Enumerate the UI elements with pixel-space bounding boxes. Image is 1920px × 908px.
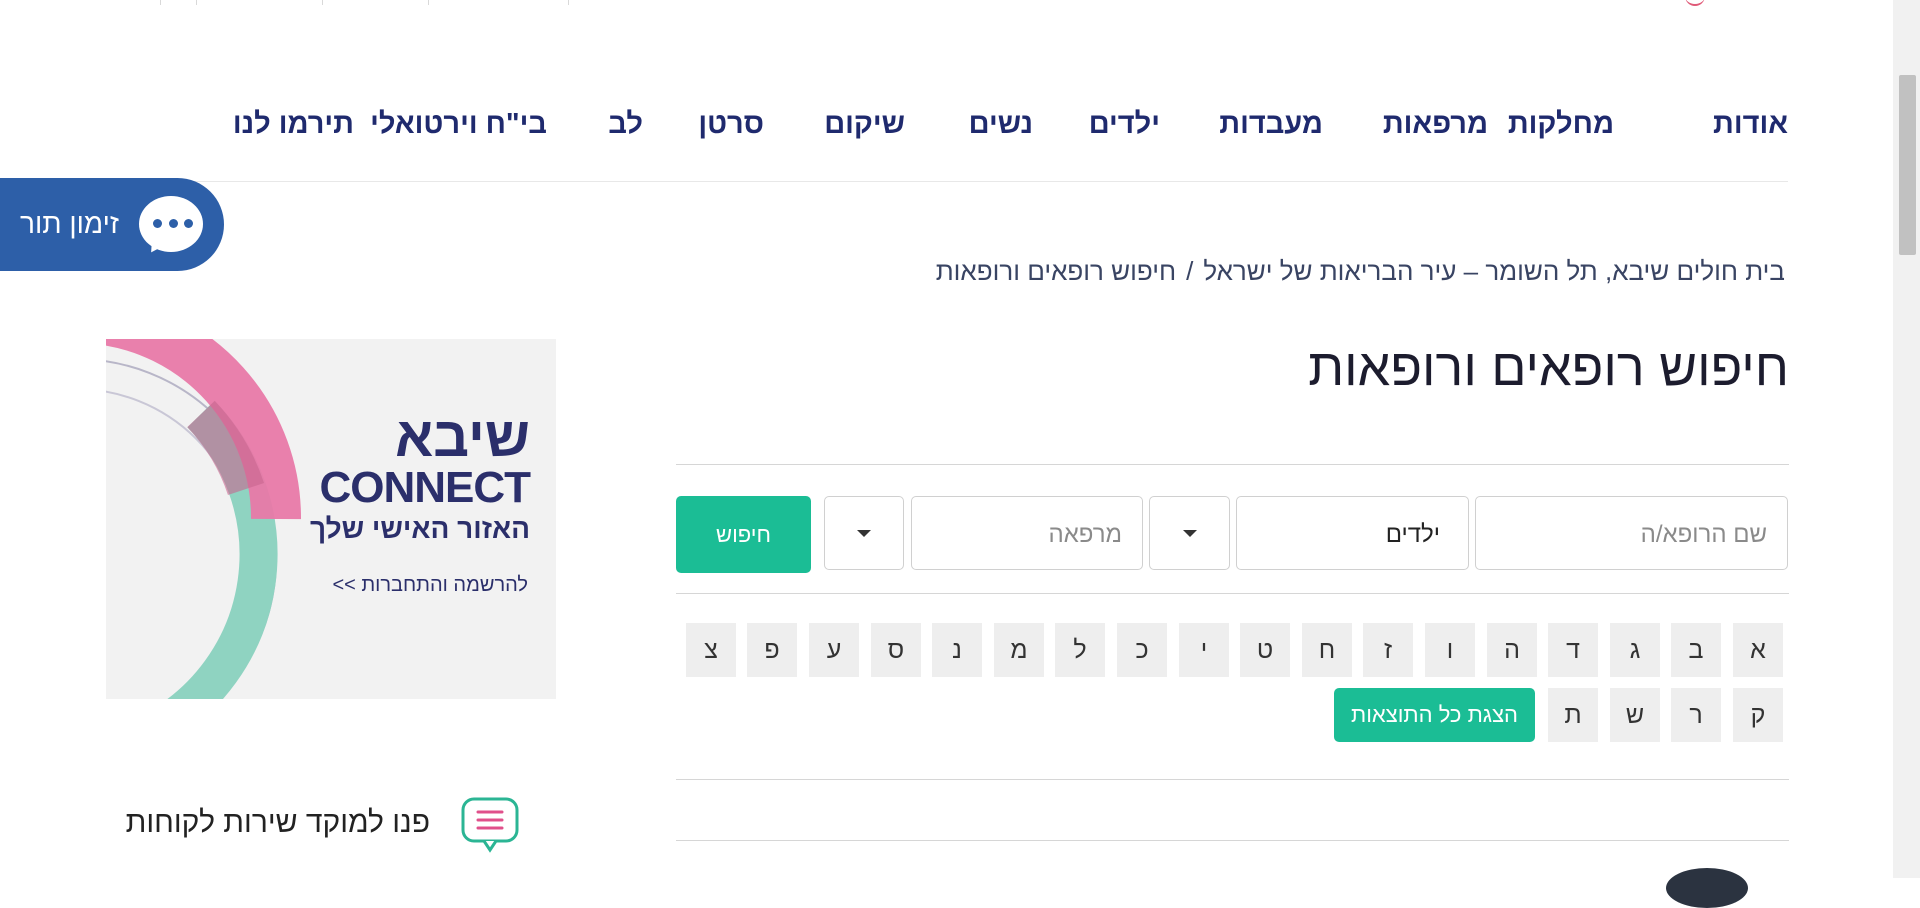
doctor-name-input[interactable]: שם הרופא/ה bbox=[1475, 496, 1788, 570]
scrollbar-thumb[interactable] bbox=[1899, 75, 1916, 255]
letter-button[interactable]: ש bbox=[1610, 688, 1660, 742]
letter-button[interactable]: ע bbox=[809, 623, 859, 677]
divider bbox=[676, 779, 1789, 780]
nav-item-departments[interactable]: מחלקות bbox=[1508, 108, 1614, 141]
letter-button[interactable]: ט bbox=[1240, 623, 1290, 677]
logo-fragment bbox=[1685, 0, 1705, 6]
page-title: חיפוש רופאים ורופאות bbox=[1308, 339, 1789, 397]
banner-title-english: CONNECT bbox=[319, 463, 531, 512]
letter-button[interactable]: כ bbox=[1117, 623, 1167, 677]
letter-button[interactable]: ס bbox=[871, 623, 921, 677]
appointment-button[interactable]: זימון תור bbox=[0, 178, 224, 271]
department-dropdown-toggle[interactable] bbox=[1149, 496, 1230, 570]
nav-item-cancer[interactable]: סרטן bbox=[698, 108, 764, 141]
banner-register-link[interactable]: להרשמה והתחברות >> bbox=[332, 574, 528, 597]
letter-button[interactable]: ר bbox=[1671, 688, 1721, 742]
main-nav: אודות מחלקות מרפאות מעבדות ילדים נשים שי… bbox=[190, 108, 1788, 148]
divider bbox=[428, 0, 429, 5]
letter-button[interactable]: ג bbox=[1610, 623, 1660, 677]
divider bbox=[676, 593, 1789, 594]
customer-service-label: פנו למוקד שירות לקוחות bbox=[125, 806, 430, 839]
letter-button[interactable]: ו bbox=[1425, 623, 1475, 677]
letter-button[interactable]: ה bbox=[1487, 623, 1537, 677]
nav-item-children[interactable]: ילדים bbox=[1089, 108, 1160, 141]
letter-button[interactable]: פ bbox=[747, 623, 797, 677]
message-icon bbox=[461, 797, 519, 853]
chevron-down-icon bbox=[857, 530, 871, 537]
letter-button[interactable]: י bbox=[1179, 623, 1229, 677]
nav-item-rehab[interactable]: שיקום bbox=[824, 108, 905, 141]
customer-service-link[interactable]: פנו למוקד שירות לקוחות bbox=[110, 796, 520, 853]
chat-bubble-icon bbox=[139, 196, 203, 258]
divider bbox=[322, 0, 323, 5]
letter-button[interactable]: מ bbox=[994, 623, 1044, 677]
search-button[interactable]: חיפוש bbox=[676, 496, 811, 573]
letter-button[interactable]: ח bbox=[1302, 623, 1352, 677]
chevron-down-icon bbox=[1183, 530, 1197, 537]
breadcrumb-home[interactable]: בית חולים שיבא, תל השומר – עיר הבריאות ש… bbox=[1203, 256, 1785, 286]
letter-button[interactable]: ז bbox=[1363, 623, 1413, 677]
divider bbox=[568, 0, 569, 5]
nav-item-labs[interactable]: מעבדות bbox=[1219, 108, 1323, 141]
breadcrumb-current: חיפוש רופאים ורופאות bbox=[935, 256, 1177, 286]
letter-button[interactable]: ק bbox=[1733, 688, 1783, 742]
nav-item-donate[interactable]: תירמו לנו bbox=[233, 108, 354, 141]
nav-item-virtual-hospital[interactable]: בי"ח וירטואלי bbox=[370, 108, 547, 141]
divider bbox=[676, 840, 1789, 841]
nav-divider bbox=[190, 181, 1788, 182]
sheba-connect-banner[interactable]: שיבא CONNECT האזור האישי שלך להרשמה והתח… bbox=[106, 339, 556, 699]
scrollbar[interactable] bbox=[1893, 0, 1920, 878]
letter-button[interactable]: א bbox=[1733, 623, 1783, 677]
divider bbox=[676, 464, 1789, 465]
letter-button[interactable]: ל bbox=[1055, 623, 1105, 677]
letter-button[interactable]: צ bbox=[686, 623, 736, 677]
clinic-placeholder: מרפאה bbox=[1048, 521, 1122, 548]
nav-item-clinics[interactable]: מרפאות bbox=[1383, 108, 1488, 141]
banner-title-hebrew: שיבא bbox=[395, 405, 530, 468]
nav-item-heart[interactable]: לב bbox=[608, 108, 643, 141]
clinic-input[interactable]: מרפאה bbox=[911, 496, 1143, 570]
breadcrumb-separator: / bbox=[1186, 256, 1194, 286]
divider bbox=[196, 0, 197, 5]
show-all-results-button[interactable]: הצגת כל התוצאות bbox=[1334, 688, 1535, 742]
department-select[interactable]: ילדים bbox=[1236, 496, 1469, 570]
appointment-label: זימון תור bbox=[20, 208, 119, 239]
doctor-name-placeholder: שם הרופא/ה bbox=[1640, 521, 1767, 548]
top-strip bbox=[0, 0, 1880, 6]
divider bbox=[160, 0, 161, 5]
letter-button[interactable]: ב bbox=[1671, 623, 1721, 677]
clinic-dropdown-toggle[interactable] bbox=[824, 496, 904, 570]
avatar bbox=[1666, 868, 1748, 908]
department-value: ילדים bbox=[1385, 521, 1440, 548]
nav-item-women[interactable]: נשים bbox=[969, 108, 1033, 141]
nav-item-about[interactable]: אודות bbox=[1713, 108, 1788, 141]
breadcrumb: בית חולים שיבא, תל השומר – עיר הבריאות ש… bbox=[936, 256, 1785, 287]
letter-button[interactable]: נ bbox=[932, 623, 982, 677]
banner-subtitle: האזור האישי שלך bbox=[310, 513, 530, 544]
letter-button[interactable]: ת bbox=[1548, 688, 1598, 742]
letter-button[interactable]: ד bbox=[1548, 623, 1598, 677]
